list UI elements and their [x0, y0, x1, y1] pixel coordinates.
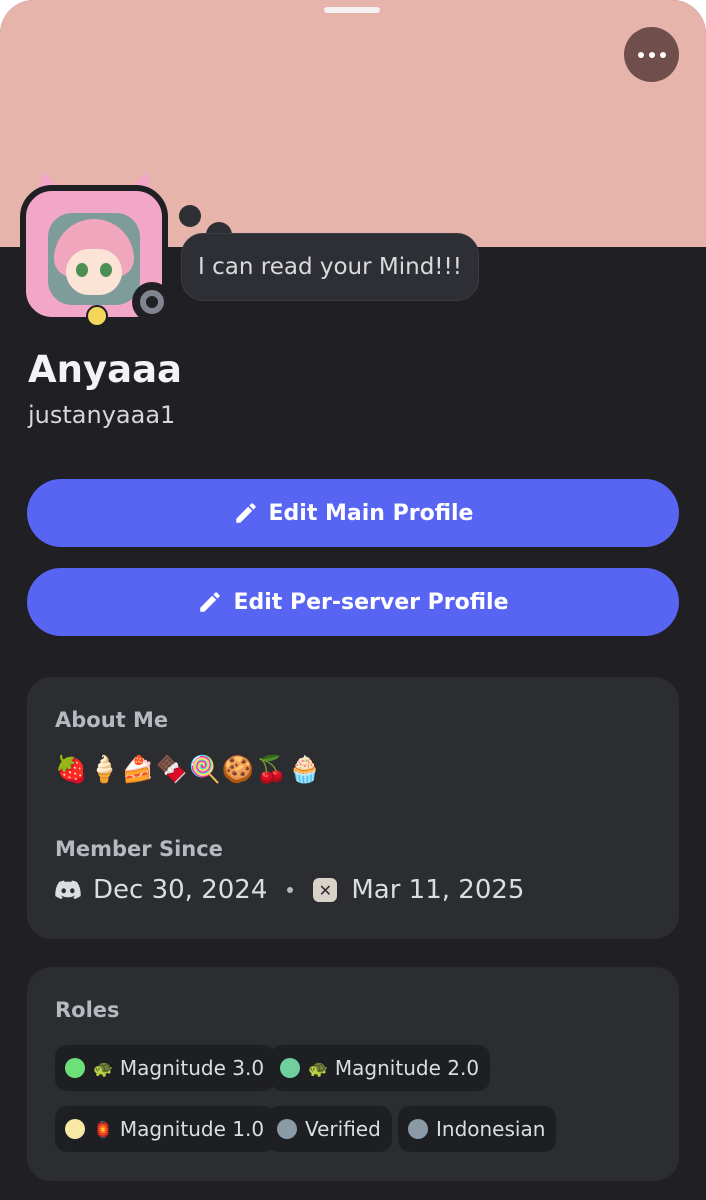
role-pill[interactable]: 🐢 Magnitude 3.0	[55, 1045, 276, 1091]
thought-bubble-dot	[179, 205, 201, 227]
more-options-button[interactable]	[624, 27, 679, 82]
roles-card: Roles 🐢 Magnitude 3.0 🐢 Magnitude 2.0 🏮 …	[27, 967, 679, 1181]
about-card: About Me 🍓🍦🍰🍫🍭🍪🍒🧁 Member Since Dec 30, 2…	[27, 677, 679, 939]
role-color-dot	[408, 1119, 428, 1139]
role-color-dot	[280, 1058, 300, 1078]
edit-main-profile-label: Edit Main Profile	[268, 500, 474, 526]
discord-logo-icon	[55, 880, 81, 899]
custom-status-bubble[interactable]: I can read your Mind!!!	[181, 233, 479, 301]
avatar[interactable]	[16, 165, 176, 330]
role-label: Indonesian	[436, 1117, 546, 1141]
member-since-row: Dec 30, 2024 ✕ Mar 11, 2025	[55, 875, 524, 905]
separator-dot	[287, 887, 294, 893]
pencil-icon	[235, 503, 256, 523]
lantern-role-icon: 🏮	[93, 1119, 113, 1139]
role-label: Magnitude 2.0	[334, 1056, 480, 1080]
role-color-dot	[65, 1058, 85, 1078]
role-pill[interactable]: 🏮 Magnitude 1.0	[55, 1106, 276, 1152]
role-pill[interactable]: 🐢 Magnitude 2.0	[270, 1045, 491, 1091]
turtle-role-icon: 🐢	[93, 1058, 113, 1078]
role-pill[interactable]: Verified	[267, 1106, 392, 1152]
role-color-dot	[65, 1119, 85, 1139]
roles-heading: Roles	[55, 998, 120, 1022]
about-me-heading: About Me	[55, 708, 169, 732]
profile-sheet: I can read your Mind!!! Anyaaa justanyaa…	[0, 0, 706, 1200]
role-label: Magnitude 1.0	[119, 1117, 265, 1141]
server-join-date: Mar 11, 2025	[351, 875, 525, 905]
username[interactable]: justanyaaa1	[28, 401, 175, 429]
role-label: Magnitude 3.0	[119, 1056, 265, 1080]
bell-decoration-icon	[86, 305, 108, 327]
discord-join-date: Dec 30, 2024	[93, 875, 268, 905]
server-icon: ✕	[313, 878, 338, 902]
drag-handle[interactable]	[324, 7, 380, 13]
edit-per-server-profile-label: Edit Per-server Profile	[233, 589, 509, 615]
idle-status-icon	[132, 282, 172, 322]
role-color-dot	[277, 1119, 297, 1139]
turtle-role-icon: 🐢	[308, 1058, 328, 1078]
member-since-heading: Member Since	[55, 837, 223, 861]
display-name: Anyaaa	[28, 348, 182, 391]
role-label: Verified	[305, 1117, 381, 1141]
role-pill[interactable]: Indonesian	[398, 1106, 557, 1152]
edit-per-server-profile-button[interactable]: Edit Per-server Profile	[27, 568, 679, 636]
edit-main-profile-button[interactable]: Edit Main Profile	[27, 479, 679, 547]
pencil-icon	[200, 592, 221, 612]
avatar-image	[48, 213, 140, 305]
about-me-text: 🍓🍦🍰🍫🍭🍪🍒🧁	[55, 755, 322, 785]
more-options-icon	[637, 51, 644, 58]
